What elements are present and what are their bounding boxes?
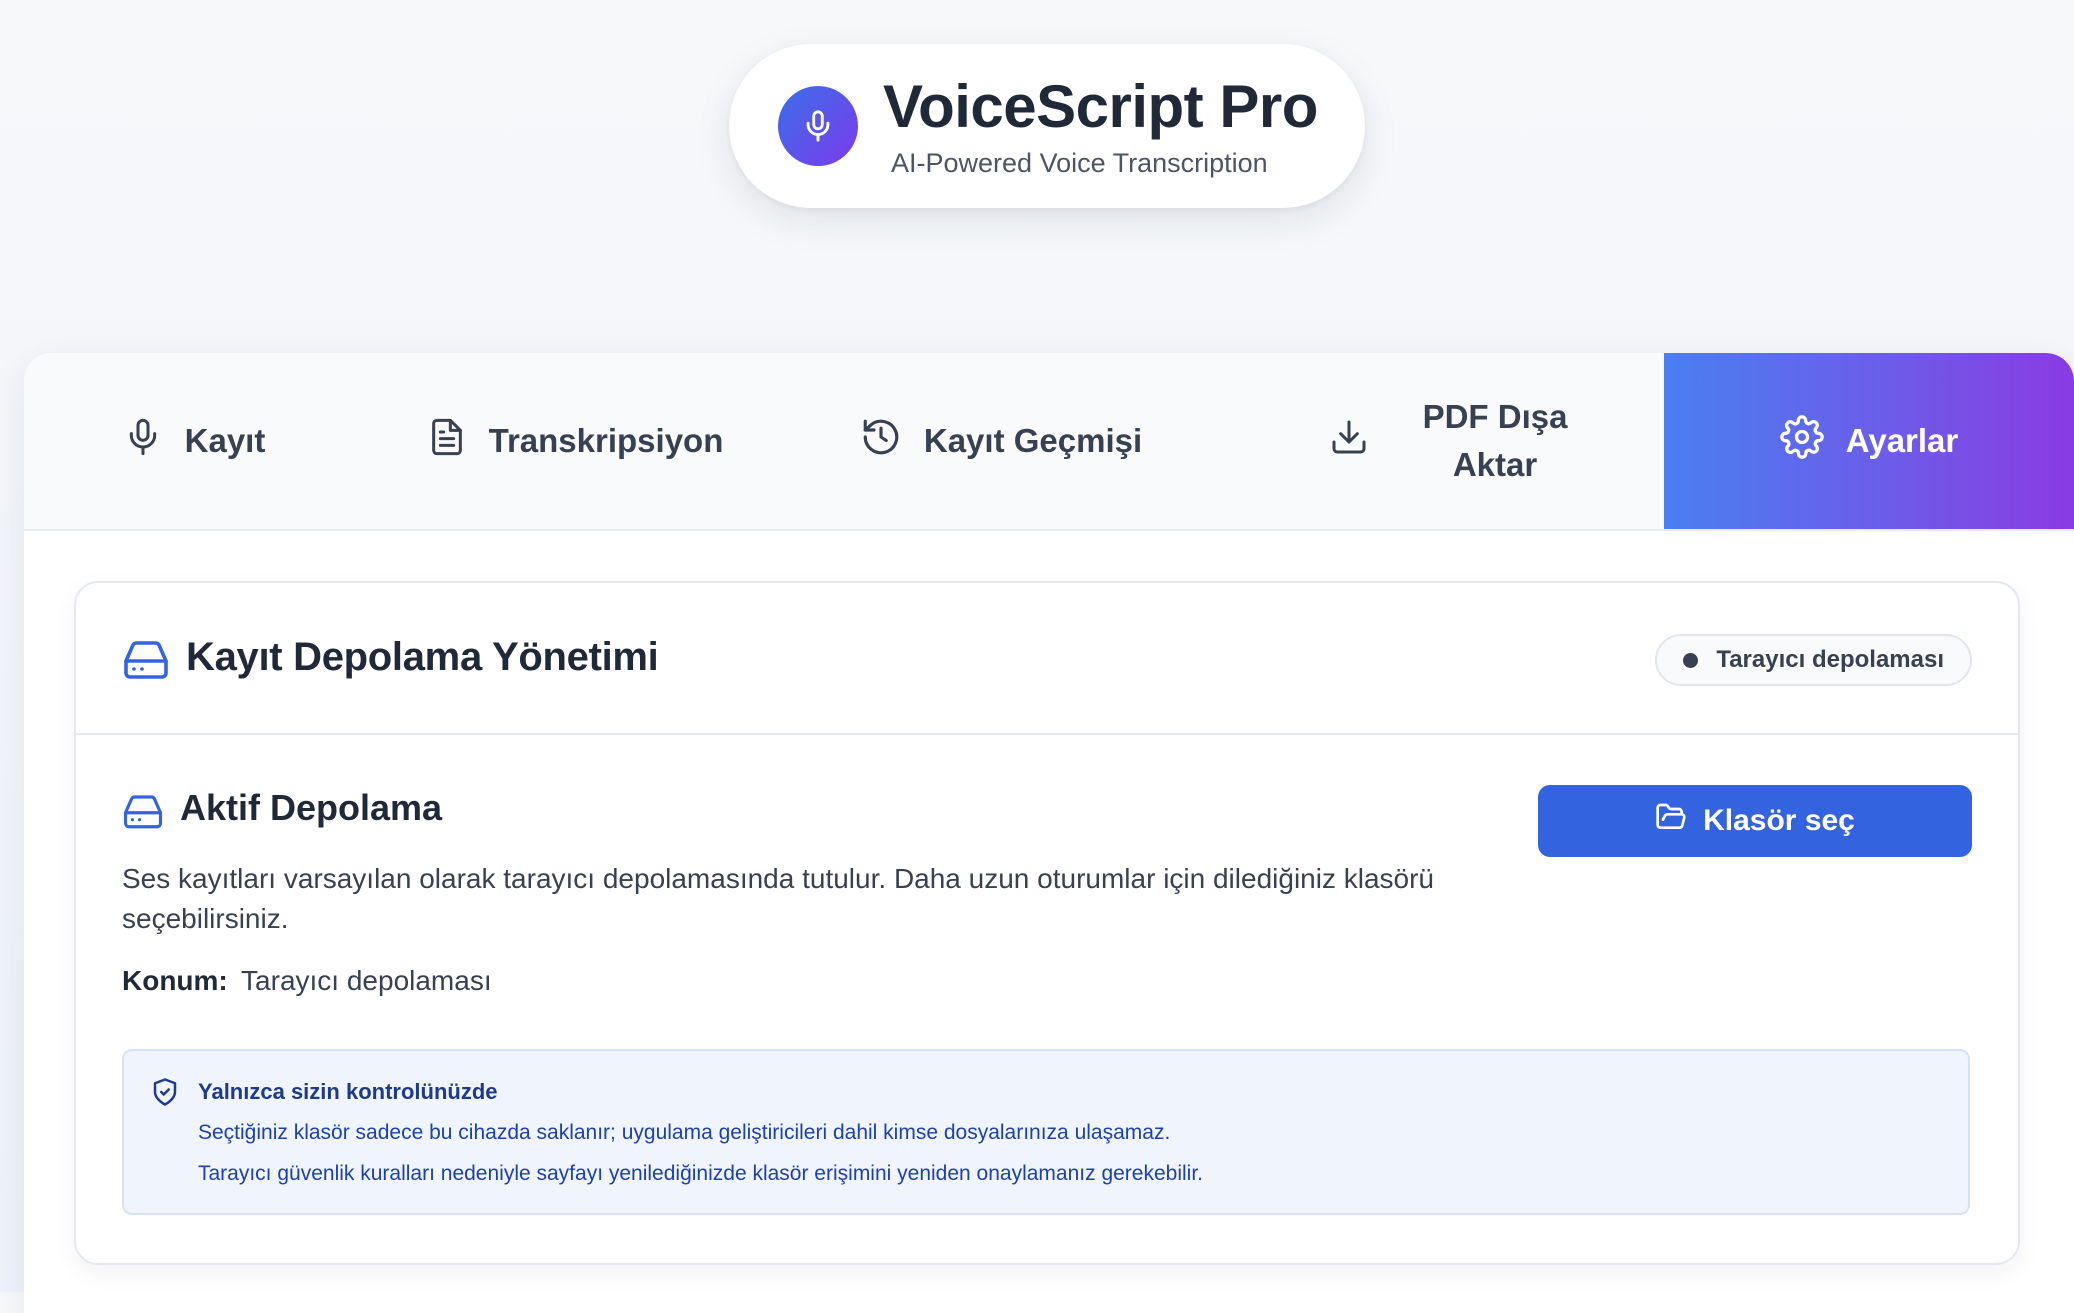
tab-history[interactable]: Kayıt Geçmişi [786,353,1216,529]
microphone-icon [123,417,163,465]
tab-pdf-export[interactable]: PDF Dışa Aktar [1216,353,1688,529]
tab-label: PDF Dışa Aktar [1422,398,1568,483]
storage-status-badge: Tarayıcı depolaması [1655,634,1972,686]
app-subtitle: AI-Powered Voice Transcription [891,148,1268,178]
location-value: Tarayıcı depolaması [241,965,492,996]
tab-label: Ayarlar [1845,422,1959,459]
choose-folder-button[interactable]: Klasör seç [1538,785,1972,857]
document-icon [427,417,467,465]
notice-title: Yalnızca sizin kontrolünüzde [198,1079,498,1104]
gear-icon [1779,415,1824,467]
tab-recording[interactable]: Kayıt [24,353,364,529]
notice-line: Seçtiğiniz klasör sadece bu cihazda sakl… [198,1121,1171,1144]
badge-label: Tarayıcı depolaması [1716,646,1944,673]
storage-description: Ses kayıtları varsayılan olarak tarayıcı… [122,863,1434,934]
tab-settings[interactable]: Ayarlar [1664,353,2074,529]
storage-panel: Kayıt Depolama Yönetimi Tarayıcı depolam… [74,581,2020,1265]
tab-label: Kayıt [184,422,266,459]
app-header: VoiceScript Pro AI-Powered Voice Transcr… [729,44,1365,208]
app-title: VoiceScript Pro [883,73,1318,140]
hard-drive-icon [122,793,164,834]
location-label: Konum: [122,965,228,996]
privacy-notice: Yalnızca sizin kontrolünüzde Seçtiğiniz … [122,1049,1970,1215]
history-icon [860,416,902,466]
main-card: Kayıt Transkripsiyon Kayıt Geçmişi PDF D… [24,353,2074,1313]
storage-panel-header: Kayıt Depolama Yönetimi Tarayıcı depolam… [76,583,2018,735]
folder-open-icon [1655,801,1687,841]
notice-line: Tarayıcı güvenlik kuralları nedeniyle sa… [198,1162,1204,1185]
hard-drive-icon [122,639,170,684]
tab-label: Kayıt Geçmişi [923,422,1143,459]
tab-label: Transkripsiyon [488,422,724,459]
active-storage-title: Aktif Depolama [180,787,443,828]
tab-transcription[interactable]: Transkripsiyon [364,353,786,529]
download-icon [1329,417,1369,465]
storage-location: Konum: Tarayıcı depolaması [122,965,492,997]
shield-check-icon [150,1077,180,1112]
tab-bar: Kayıt Transkripsiyon Kayıt Geçmişi PDF D… [24,353,2074,531]
storage-panel-title: Kayıt Depolama Yönetimi [186,635,659,679]
status-dot [1683,652,1699,668]
microphone-icon [778,86,858,166]
choose-folder-label: Klasör seç [1703,804,1855,837]
